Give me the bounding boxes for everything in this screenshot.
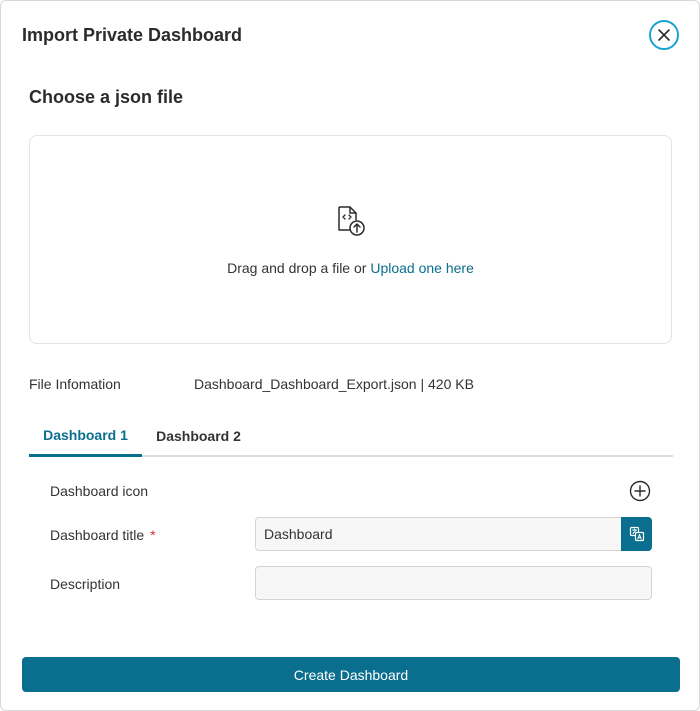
file-upload-icon — [338, 206, 365, 236]
tab-dashboard-2[interactable]: Dashboard 2 — [142, 415, 255, 457]
file-info-value: Dashboard_Dashboard_Export.json | 420 KB — [194, 376, 474, 392]
dropzone-prompt: Drag and drop a file or — [227, 260, 371, 276]
translate-icon — [629, 526, 644, 542]
close-icon — [658, 29, 670, 41]
tab-dashboard-1[interactable]: Dashboard 1 — [29, 415, 142, 457]
dropzone-text: Drag and drop a file or Upload one here — [30, 260, 671, 276]
section-title: Choose a json file — [29, 87, 184, 107]
dashboard-title-input[interactable] — [255, 517, 622, 551]
dashboard-tabs: Dashboard 1 Dashboard 2 — [29, 415, 673, 457]
plus-circle-icon[interactable] — [629, 480, 651, 502]
upload-link[interactable]: Upload one here — [370, 260, 474, 276]
file-info-label: File Infomation — [29, 376, 121, 392]
dialog-title: Import Private Dashboard — [22, 25, 243, 45]
close-button[interactable] — [649, 20, 679, 50]
create-dashboard-button[interactable]: Create Dashboard — [22, 657, 680, 692]
description-label: Description — [50, 576, 121, 592]
file-dropzone[interactable]: Drag and drop a file or Upload one here — [29, 135, 672, 344]
dashboard-title-label-text: Dashboard title — [50, 527, 145, 543]
description-input[interactable] — [255, 566, 652, 600]
required-mark: * — [150, 527, 156, 543]
import-dashboard-dialog: Import Private Dashboard Choose a json f… — [0, 0, 700, 711]
dashboard-icon-label: Dashboard icon — [50, 483, 149, 499]
translate-button[interactable] — [621, 517, 652, 551]
dashboard-title-label: Dashboard title * — [50, 527, 156, 543]
